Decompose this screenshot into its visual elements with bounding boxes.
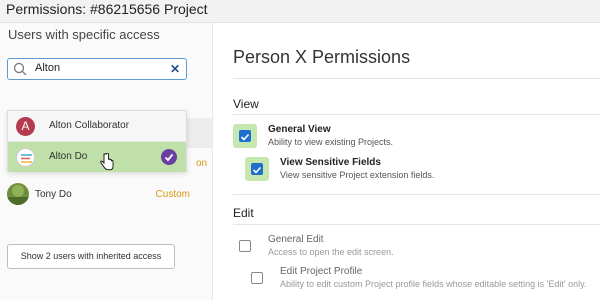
divider	[233, 78, 600, 79]
permission-title: Edit Project Profile	[280, 266, 363, 277]
permission-general-view[interactable]: General View Ability to view existing Pr…	[233, 122, 593, 150]
suggestion-label: Alton Collaborator	[49, 120, 130, 131]
checkbox-view-sensitive-fields[interactable]	[251, 163, 263, 175]
suggestion-alton-collaborator[interactable]: A Alton Collaborator	[8, 111, 186, 142]
divider	[233, 194, 600, 195]
divider	[233, 224, 600, 225]
access-tag: Custom	[155, 189, 190, 200]
checkbox-general-view[interactable]	[239, 130, 251, 142]
checkbox-general-edit[interactable]	[239, 240, 251, 252]
hand-cursor-icon	[100, 153, 114, 171]
user-search-input[interactable]: Alton ✕	[7, 58, 187, 80]
checkbox-container[interactable]	[245, 157, 269, 181]
checkbox-edit-project-profile[interactable]	[251, 272, 263, 284]
search-value: Alton	[35, 62, 61, 74]
clear-search-icon[interactable]: ✕	[170, 62, 180, 76]
suggestion-alton-do[interactable]: Alton Do	[8, 142, 186, 172]
selected-check-icon	[161, 149, 177, 165]
partial-tag: on	[196, 158, 208, 169]
divider	[233, 114, 600, 115]
permission-desc: View sensitive Project extension fields.	[280, 170, 435, 180]
checkbox-container[interactable]	[233, 234, 257, 258]
checkbox-container[interactable]	[245, 266, 269, 290]
user-row-tony-do[interactable]: Tony Do Custom	[0, 180, 212, 210]
permission-general-edit[interactable]: General Edit Access to open the edit scr…	[233, 232, 593, 260]
permission-view-sensitive-fields[interactable]: View Sensitive Fields View sensitive Pro…	[245, 155, 593, 183]
window-titlebar: Permissions: #86215656 Project	[0, 0, 600, 23]
avatar	[7, 183, 29, 205]
permission-desc: Ability to view existing Projects.	[268, 137, 394, 147]
permission-desc: Access to open the edit screen.	[268, 247, 394, 257]
suggestion-label: Alton Do	[49, 151, 88, 162]
nature-photo-icon	[7, 183, 29, 205]
show-inherited-users-button[interactable]: Show 2 users with inherited access	[7, 244, 175, 269]
permissions-title: Person X Permissions	[233, 47, 411, 67]
permission-desc: Ability to edit custom Project profile f…	[280, 279, 587, 289]
avatar-lines-icon	[21, 154, 32, 163]
section-view: View	[233, 97, 259, 111]
section-edit: Edit	[233, 206, 254, 220]
user-name: Tony Do	[35, 189, 72, 200]
permission-title: General Edit	[268, 234, 324, 245]
avatar: A	[16, 117, 35, 136]
permission-edit-project-profile[interactable]: Edit Project Profile Ability to edit cus…	[245, 264, 600, 292]
permission-title: General View	[268, 124, 331, 135]
avatar	[16, 148, 35, 167]
search-icon	[13, 62, 27, 76]
permissions-panel: Person X Permissions View General View A…	[213, 23, 600, 300]
users-heading: Users with specific access	[8, 27, 160, 42]
permission-title: View Sensitive Fields	[280, 157, 381, 168]
window-title: Permissions: #86215656 Project	[6, 1, 208, 17]
user-suggestions-dropdown: A Alton Collaborator Alton Do	[7, 110, 187, 172]
checkbox-container[interactable]	[233, 124, 257, 148]
list-row-peek	[187, 118, 212, 148]
